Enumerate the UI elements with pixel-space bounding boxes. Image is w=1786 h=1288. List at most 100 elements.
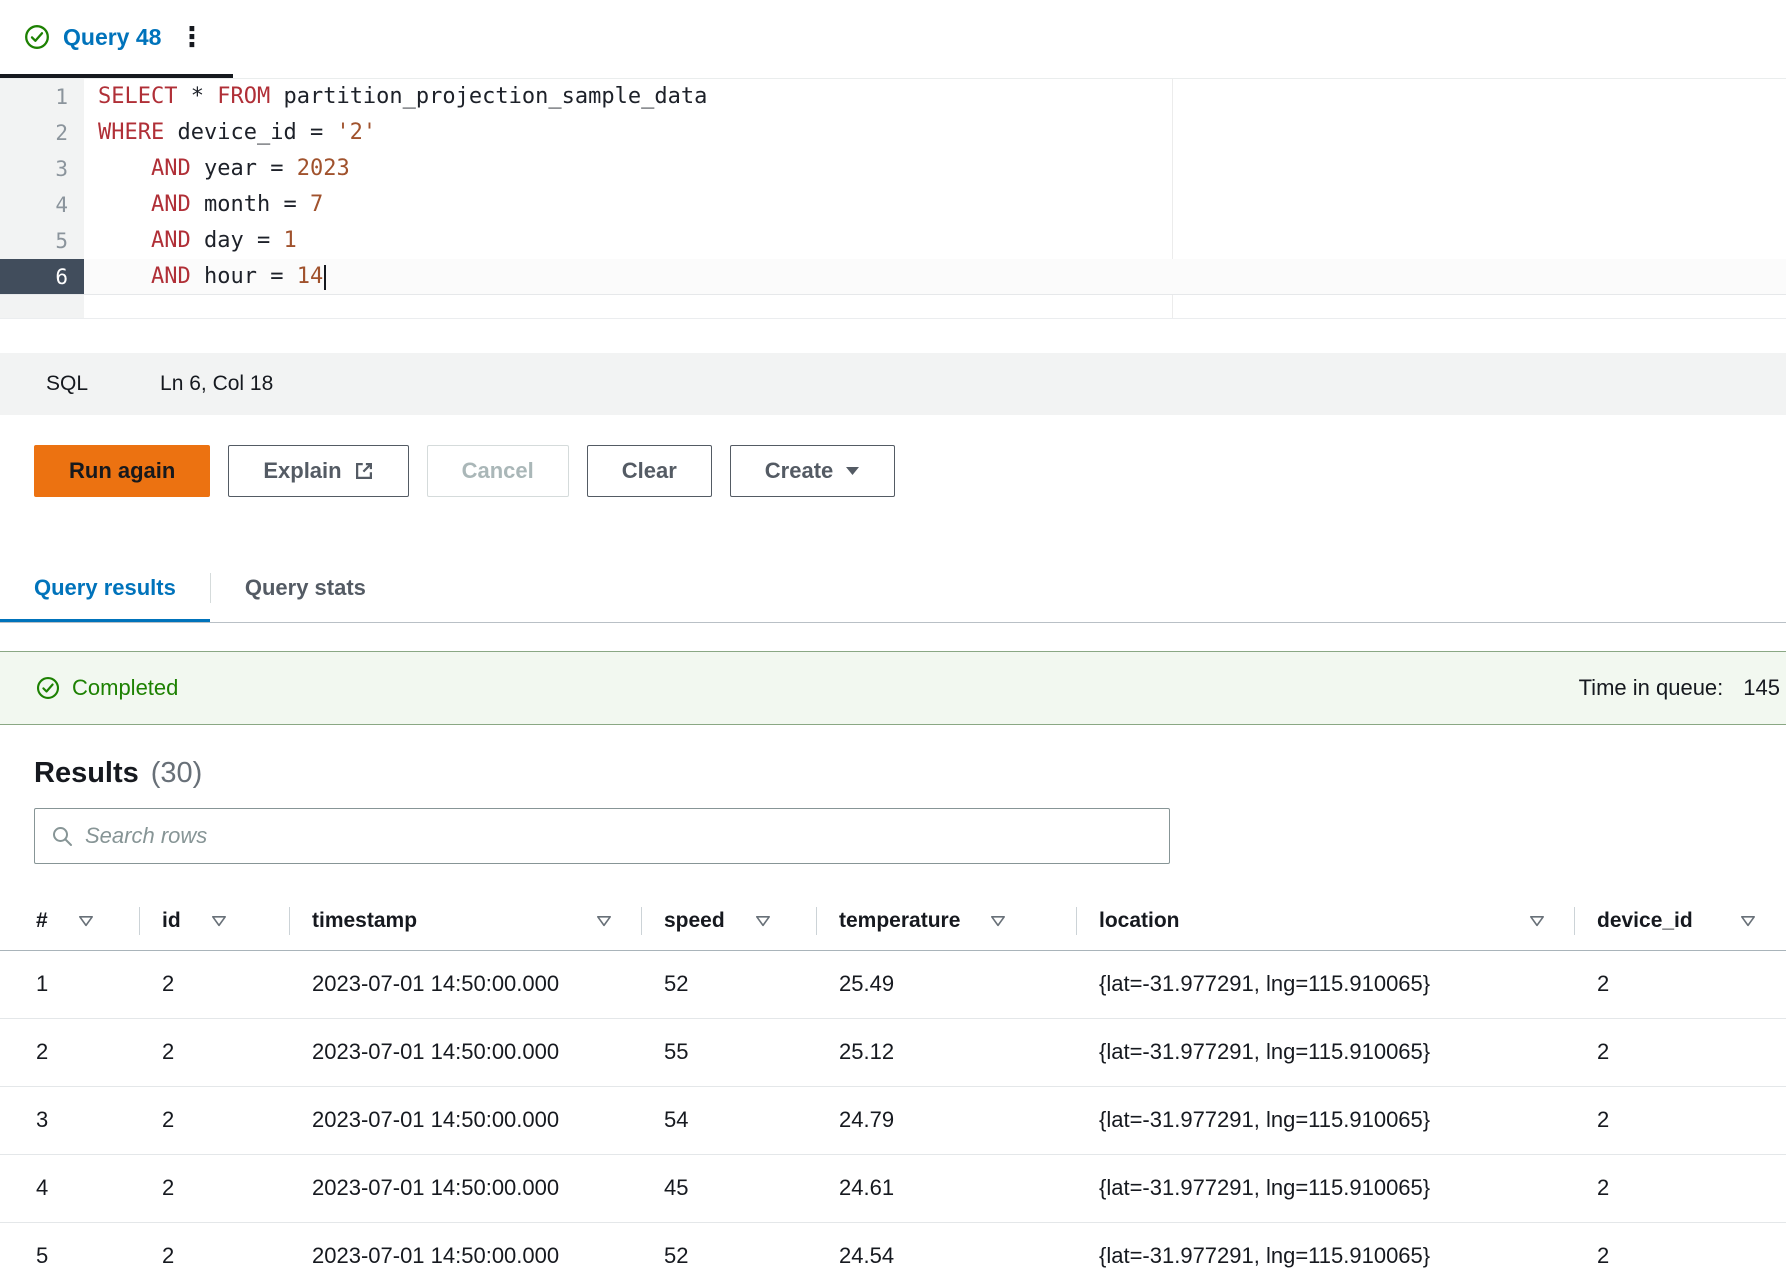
sort-icon[interactable] <box>78 915 94 927</box>
action-toolbar: Run again Explain Cancel Clear Create <box>0 445 1786 497</box>
column-header-temperature[interactable]: temperature <box>817 892 1077 950</box>
query-tab[interactable]: Query 48 ⋮ <box>0 0 233 78</box>
table-cell: 5 <box>0 1222 140 1288</box>
column-header-speed[interactable]: speed <box>642 892 817 950</box>
query-tab-bar: Query 48 ⋮ <box>0 0 1786 79</box>
table-cell: 2 <box>140 1086 290 1154</box>
sort-icon[interactable] <box>596 915 612 927</box>
caret-down-icon <box>845 466 860 476</box>
column-header-device-id[interactable]: device_id <box>1575 892 1786 950</box>
table-cell: 45 <box>642 1154 817 1222</box>
column-header-location[interactable]: location <box>1077 892 1575 950</box>
sql-editor[interactable]: 1SELECT * FROM partition_projection_samp… <box>0 79 1786 319</box>
table-body: 122023-07-01 14:50:00.0005225.49{lat=-31… <box>0 950 1786 1288</box>
sort-icon[interactable] <box>1529 915 1545 927</box>
table-cell: 1 <box>0 950 140 1018</box>
code-line[interactable]: 3 AND year = 2023 <box>0 151 1786 187</box>
table-cell: 2 <box>1575 1222 1786 1288</box>
table-cell: {lat=-31.977291, lng=115.910065} <box>1077 1086 1575 1154</box>
results-title: Results <box>34 757 139 790</box>
code-lines: 1SELECT * FROM partition_projection_samp… <box>0 79 1786 295</box>
line-number: 3 <box>0 151 84 187</box>
sort-icon[interactable] <box>211 915 227 927</box>
column-label: id <box>162 909 181 933</box>
results-heading: Results (30) <box>0 757 1786 790</box>
tab-query-stats[interactable]: Query stats <box>211 553 400 622</box>
table-row: 122023-07-01 14:50:00.0005225.49{lat=-31… <box>0 950 1786 1018</box>
table-cell: 2023-07-01 14:50:00.000 <box>290 1086 642 1154</box>
code-line[interactable]: 2WHERE device_id = '2' <box>0 115 1786 151</box>
tab-query-results[interactable]: Query results <box>0 553 210 622</box>
table-row: 422023-07-01 14:50:00.0004524.61{lat=-31… <box>0 1154 1786 1222</box>
table-cell: 24.61 <box>817 1154 1077 1222</box>
search-rows-box <box>34 808 1170 864</box>
table-cell: 24.54 <box>817 1222 1077 1288</box>
line-number: 2 <box>0 115 84 151</box>
table-cell: 52 <box>642 1222 817 1288</box>
create-button[interactable]: Create <box>730 445 895 497</box>
code-line[interactable]: 1SELECT * FROM partition_projection_samp… <box>0 79 1786 115</box>
table-cell: {lat=-31.977291, lng=115.910065} <box>1077 1154 1575 1222</box>
code-line[interactable]: 4 AND month = 7 <box>0 187 1786 223</box>
code-text: AND year = 2023 <box>84 151 350 187</box>
sort-icon[interactable] <box>1740 915 1756 927</box>
results-tabs: Query results Query stats <box>0 553 1786 623</box>
results-count: (30) <box>151 757 203 790</box>
run-again-button[interactable]: Run again <box>34 445 210 497</box>
table-cell: 3 <box>0 1086 140 1154</box>
status-badge: Completed <box>72 675 178 701</box>
code-line[interactable]: 6 AND hour = 14 <box>0 259 1786 295</box>
table-cell: 25.49 <box>817 950 1077 1018</box>
status-banner-right: Time in queue: 145 <box>1579 675 1780 701</box>
table-cell: 2 <box>140 1222 290 1288</box>
table-cell: 52 <box>642 950 817 1018</box>
external-link-icon <box>354 461 374 481</box>
table-row: 322023-07-01 14:50:00.0005424.79{lat=-31… <box>0 1086 1786 1154</box>
table-cell: 24.79 <box>817 1086 1077 1154</box>
column-label: timestamp <box>312 909 417 933</box>
table-cell: 54 <box>642 1086 817 1154</box>
table-cell: 2 <box>1575 1018 1786 1086</box>
sort-icon[interactable] <box>990 915 1006 927</box>
column-header-id[interactable]: id <box>140 892 290 950</box>
time-in-queue-value: 145 <box>1743 675 1780 701</box>
table-cell: 55 <box>642 1018 817 1086</box>
code-text: SELECT * FROM partition_projection_sampl… <box>84 79 707 115</box>
column-label: speed <box>664 909 725 933</box>
column-header-timestamp[interactable]: timestamp <box>290 892 642 950</box>
code-text: AND day = 1 <box>84 223 297 259</box>
line-number: 5 <box>0 223 84 259</box>
table-cell: 25.12 <box>817 1018 1077 1086</box>
column-label: temperature <box>839 909 960 933</box>
column-header-row-number[interactable]: # <box>0 892 140 950</box>
table-row: 222023-07-01 14:50:00.0005525.12{lat=-31… <box>0 1018 1786 1086</box>
table-cell: 2023-07-01 14:50:00.000 <box>290 1154 642 1222</box>
column-label: location <box>1099 909 1180 933</box>
text-cursor <box>324 265 326 290</box>
table-cell: 2 <box>1575 950 1786 1018</box>
query-success-check-circle-icon <box>24 24 50 50</box>
create-label: Create <box>765 458 833 484</box>
table-cell: 2 <box>140 950 290 1018</box>
time-in-queue-label: Time in queue: <box>1579 675 1724 701</box>
code-text: WHERE device_id = '2' <box>84 115 376 151</box>
query-tab-title: Query 48 <box>63 24 161 51</box>
clear-button[interactable]: Clear <box>587 445 712 497</box>
explain-button[interactable]: Explain <box>228 445 408 497</box>
line-number: 1 <box>0 79 84 115</box>
status-banner: Completed Time in queue: 145 <box>0 651 1786 725</box>
editor-status-bar: SQL Ln 6, Col 18 <box>0 353 1786 415</box>
kebab-menu-icon[interactable]: ⋮ <box>178 24 205 51</box>
table-cell: 2 <box>140 1154 290 1222</box>
code-line[interactable]: 5 AND day = 1 <box>0 223 1786 259</box>
table-row: 522023-07-01 14:50:00.0005224.54{lat=-31… <box>0 1222 1786 1288</box>
search-input[interactable] <box>85 823 1153 849</box>
column-label: # <box>36 909 48 933</box>
table-cell: 2023-07-01 14:50:00.000 <box>290 1018 642 1086</box>
table-cell: 4 <box>0 1154 140 1222</box>
sort-icon[interactable] <box>755 915 771 927</box>
table-cell: 2 <box>0 1018 140 1086</box>
code-text: AND month = 7 <box>84 187 323 223</box>
editor-language-label: SQL <box>46 372 88 396</box>
table-cell: 2023-07-01 14:50:00.000 <box>290 1222 642 1288</box>
